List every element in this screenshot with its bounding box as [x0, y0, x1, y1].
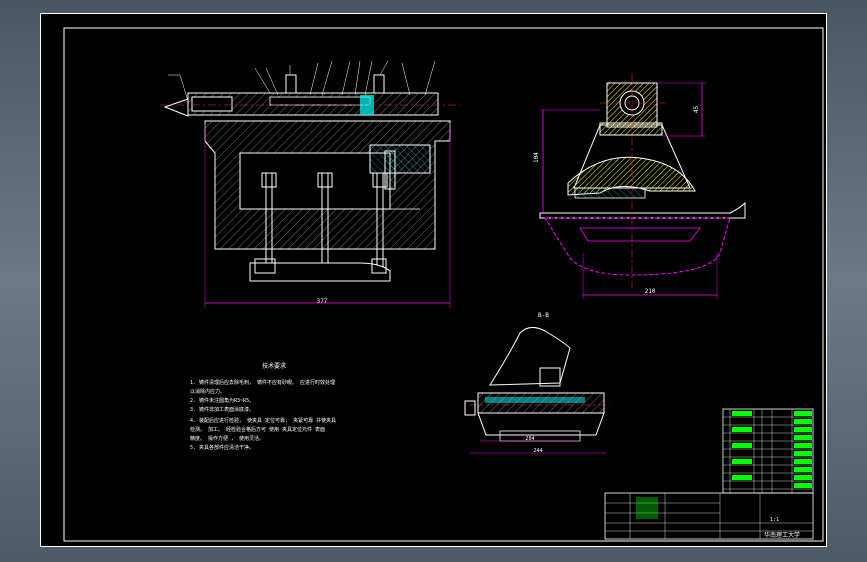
front-width-dim: 377: [317, 298, 328, 305]
section-dim-1: 204: [525, 436, 534, 442]
section-arm: [489, 327, 571, 386]
notes-line-8: 5. 夹具各部件应清洁干净。: [190, 444, 254, 451]
side-view: 104 45 210: [533, 73, 746, 299]
side-width-dim: 210: [645, 288, 656, 295]
notes-line-2: 以消除内应力。: [190, 388, 225, 395]
technical-notes: 技术要求 1. 铸件清理后应去除毛刺， 铸件不应有砂眼。 应进行时效处理 以消除…: [190, 362, 336, 451]
school-name: 华南理工大学: [764, 531, 800, 539]
notes-line-6: 检测。 加工。 经检验合格后方可 使用 夹具定位元件 表面: [190, 426, 325, 433]
workpiece-outline: [544, 217, 731, 276]
notes-line-3: 2. 铸件未注圆角为R3~R5。: [190, 397, 254, 404]
scale-label: 1:1: [770, 517, 779, 523]
notes-line-4: 3. 铸件非加工表面涂底漆。: [190, 406, 254, 413]
parts-list: [722, 408, 814, 494]
title-block: 1:1 华南理工大学: [604, 492, 814, 540]
notes-line-5: 4. 装配后应进行检验， 使夹具 定位可靠， 夹紧可靠 并使夹具: [190, 417, 336, 424]
notes-line-1: 1. 铸件清理后应去除毛刺， 铸件不应有砂眼。 应进行时效处理: [190, 379, 335, 386]
side-top-dim: 45: [693, 105, 700, 113]
center-point: [163, 98, 189, 117]
section-label: B-B: [538, 312, 549, 319]
notes-title: 技术要求: [262, 362, 286, 370]
front-view: 377: [160, 60, 460, 308]
cad-drawing: 377 104 45 210 B-B 204 244 技术要求 1. 铸件清理后…: [63, 27, 824, 542]
drawing-sheet: 377 104 45 210 B-B 204 244 技术要求 1. 铸件清理后…: [40, 13, 827, 547]
clamp-block: [369, 144, 431, 174]
notes-line-7: 精度。 操作方便 ， 使用灵活。: [190, 435, 264, 442]
section-bb-view: B-B 204 244: [464, 312, 610, 454]
side-height-dim: 104: [533, 152, 540, 163]
lower-clamp-plate: [249, 262, 391, 282]
section-dim-2: 244: [533, 448, 542, 454]
